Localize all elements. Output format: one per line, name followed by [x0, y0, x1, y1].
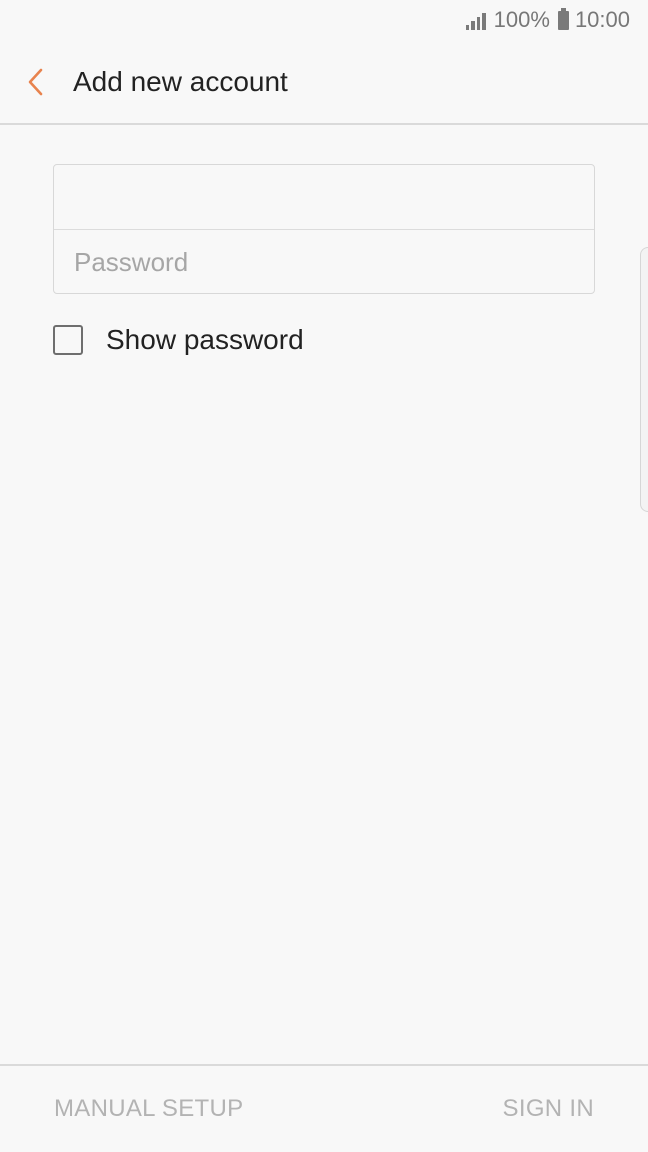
battery-icon [557, 7, 569, 30]
edge-panel-handle[interactable] [640, 247, 648, 512]
email-field[interactable] [74, 181, 574, 213]
back-button[interactable] [0, 39, 72, 124]
password-field-wrapper [54, 230, 594, 294]
sign-in-button[interactable]: SIGN IN [503, 1095, 594, 1123]
battery-percentage: 100% [493, 7, 550, 32]
status-time: 10:00 [574, 7, 630, 32]
app-bar: Add new account [0, 40, 648, 125]
bottom-bar: MANUAL SETUP SIGN IN [0, 1064, 648, 1152]
signal-icon [465, 10, 488, 30]
show-password-checkbox[interactable] [53, 325, 83, 355]
page-title: Add new account [73, 65, 288, 97]
screen: 100% 10:00 Add new account Show password… [0, 0, 648, 1152]
show-password-toggle[interactable]: Show password [53, 320, 304, 360]
email-field-wrapper [54, 165, 594, 229]
status-bar: 100% 10:00 [0, 0, 648, 40]
show-password-label: Show password [106, 324, 304, 355]
manual-setup-button[interactable]: MANUAL SETUP [54, 1095, 243, 1123]
password-field[interactable] [74, 246, 574, 278]
chevron-left-icon [28, 68, 43, 95]
account-form [53, 164, 595, 294]
